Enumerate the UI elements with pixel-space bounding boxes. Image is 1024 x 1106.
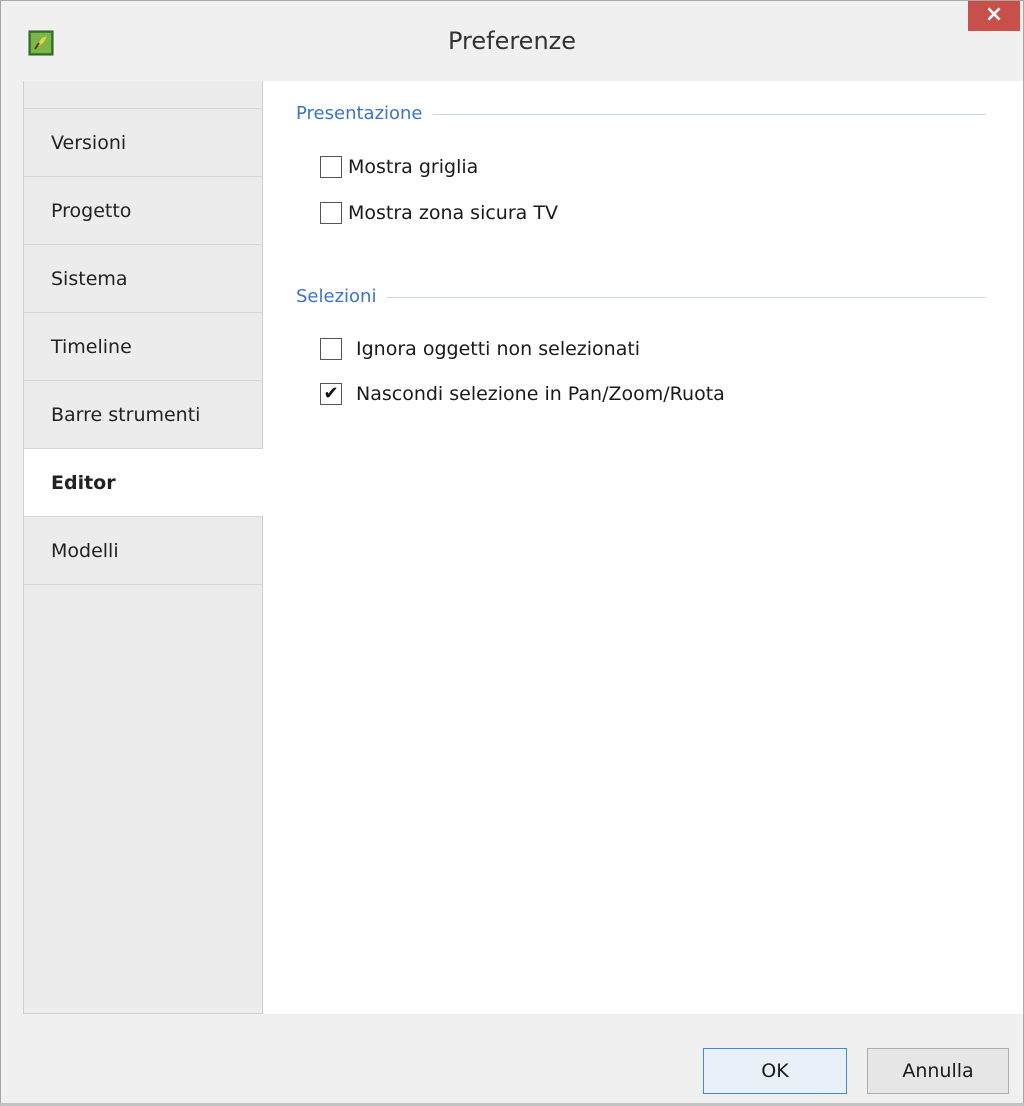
- sidebar-item-versioni[interactable]: Versioni: [24, 109, 262, 177]
- checkbox-box[interactable]: [320, 338, 342, 360]
- sidebar-item-timeline[interactable]: Timeline: [24, 313, 262, 381]
- editor-settings-panel: Presentazione Mostra griglia Mostra zona…: [263, 81, 1023, 1014]
- checkbox-label: Ignora oggetti non selezionati: [356, 338, 641, 360]
- cancel-button[interactable]: Annulla: [867, 1048, 1009, 1094]
- sidebar-item-label: Modelli: [51, 539, 119, 562]
- sidebar-item-editor[interactable]: Editor: [24, 449, 263, 517]
- checkbox-label: Nascondi selezione in Pan/Zoom/Ruota: [356, 383, 725, 405]
- sidebar-item-label: Progetto: [51, 199, 132, 222]
- checkbox-label: Mostra zona sicura TV: [348, 202, 558, 224]
- checkbox-label: Mostra griglia: [348, 156, 479, 178]
- nascondi-selezione-checkbox[interactable]: ✔ Nascondi selezione in Pan/Zoom/Ruota: [320, 383, 725, 405]
- close-icon: ×: [984, 2, 1004, 27]
- sidebar: Versioni Progetto Sistema Timeline Barre…: [23, 81, 263, 1014]
- sidebar-item-label: Editor: [51, 471, 116, 494]
- group-title: Presentazione: [296, 103, 423, 124]
- checkmark-icon: ✔: [323, 383, 339, 404]
- window-title: Preferenze: [447, 27, 577, 55]
- ok-button[interactable]: OK: [703, 1048, 847, 1094]
- checkbox-box[interactable]: [320, 156, 342, 178]
- mostra-griglia-checkbox[interactable]: Mostra griglia: [320, 156, 478, 178]
- group-title: Selezioni: [296, 286, 377, 307]
- checkbox-box[interactable]: ✔: [320, 383, 342, 405]
- mostra-zona-sicura-tv-checkbox[interactable]: Mostra zona sicura TV: [320, 202, 558, 224]
- sidebar-item-label: Sistema: [51, 267, 128, 290]
- group-header-selezioni: Selezioni: [296, 286, 986, 307]
- sidebar-item-barre-strumenti[interactable]: Barre strumenti: [24, 381, 262, 449]
- sidebar-item-progetto[interactable]: Progetto: [24, 177, 262, 245]
- sidebar-item-label: Timeline: [51, 335, 132, 358]
- sidebar-item-sistema[interactable]: Sistema: [24, 245, 262, 313]
- group-divider: [386, 297, 986, 298]
- preferences-dialog: Preferenze × Versioni Progetto Sistema T…: [0, 0, 1024, 1106]
- dialog-footer: OK Annulla: [1, 1014, 1023, 1103]
- title-bar: Preferenze ×: [1, 1, 1023, 81]
- ignora-oggetti-checkbox[interactable]: Ignora oggetti non selezionati: [320, 338, 640, 360]
- sidebar-item-label: Barre strumenti: [51, 403, 201, 426]
- sidebar-item-modelli[interactable]: Modelli: [24, 517, 262, 585]
- sidebar-item-label: Versioni: [51, 131, 127, 154]
- group-divider: [432, 114, 986, 115]
- group-header-presentazione: Presentazione: [296, 103, 986, 124]
- checkbox-box[interactable]: [320, 202, 342, 224]
- sidebar-spacer: [24, 81, 262, 109]
- close-button[interactable]: ×: [968, 1, 1020, 31]
